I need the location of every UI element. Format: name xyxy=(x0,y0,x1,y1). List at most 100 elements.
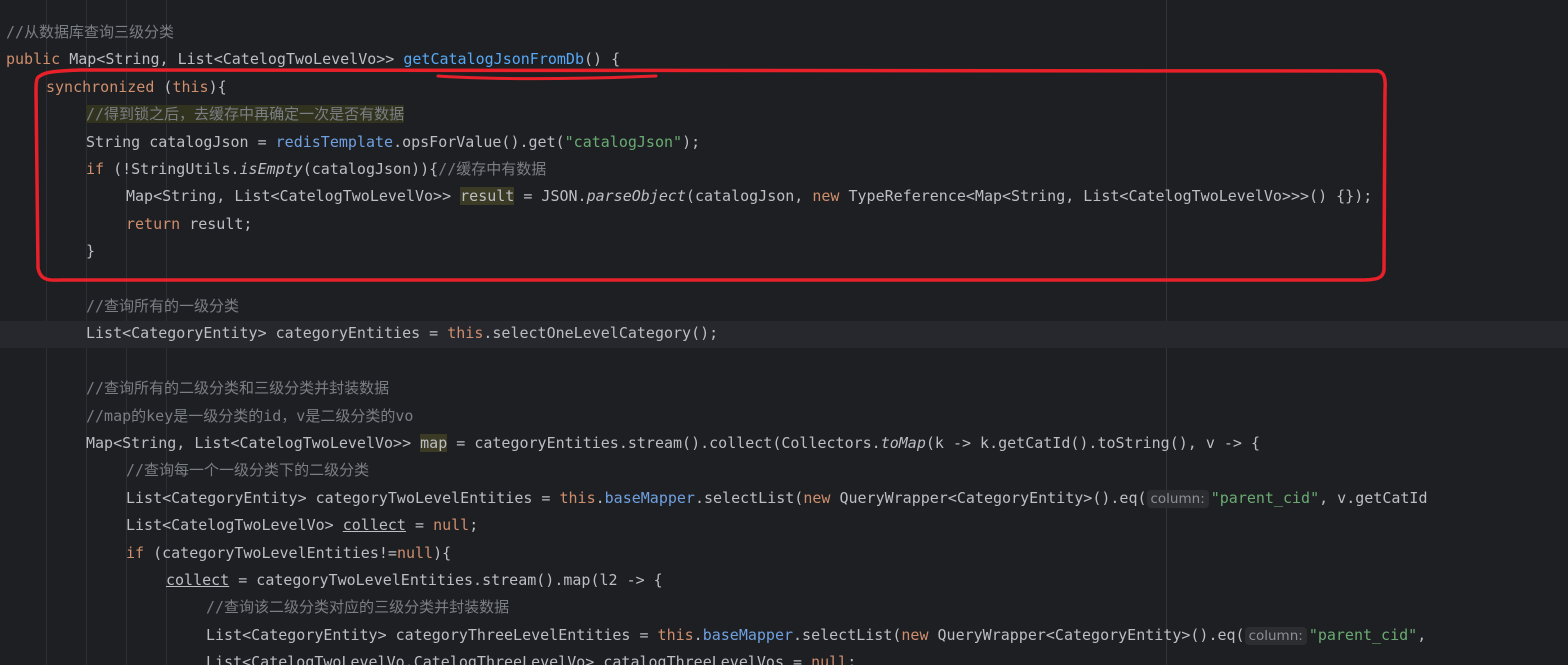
code-token: } xyxy=(86,242,96,261)
code-token: //查询所有的二级分类和三级分类并封装数据 xyxy=(86,379,390,398)
code-line[interactable]: if (!StringUtils.isEmpty(catalogJson)){/… xyxy=(86,156,546,183)
code-token: ){ xyxy=(208,77,227,96)
code-token: synchronized xyxy=(46,77,164,96)
code-token: if xyxy=(86,160,114,178)
code-token: this xyxy=(657,625,694,644)
code-token: TypeReference<Map<String, List<CatelogTw… xyxy=(848,187,1373,206)
code-token: baseMapper xyxy=(702,625,794,644)
code-token: this xyxy=(559,488,596,507)
code-token: //map的key是一级分类的id，v是二级分类的vo xyxy=(86,406,414,425)
code-token: (categoryTwoLevelEntities!= xyxy=(153,543,397,562)
code-token: null xyxy=(433,516,470,535)
code-token: new xyxy=(812,187,849,206)
code-token: .selectOneLevelCategory(); xyxy=(483,324,719,343)
code-line[interactable]: //查询所有的二级分类和三级分类并封装数据 xyxy=(86,375,389,402)
code-line[interactable]: Map<String, List<CatelogTwoLevelVo>> res… xyxy=(126,183,1372,210)
code-token: List<CategoryEntity> categoryTwoLevelEnt… xyxy=(126,488,560,507)
code-token: .opsForValue().get( xyxy=(393,132,565,151)
code-token: ; xyxy=(469,516,479,535)
code-line[interactable]: List<CategoryEntity> categoryThreeLevelE… xyxy=(206,622,1426,649)
code-token: = JSON. xyxy=(514,187,587,206)
code-line[interactable]: List<CategoryEntity> categoryEntities = … xyxy=(86,320,718,347)
code-token: new xyxy=(901,625,938,644)
code-line[interactable]: Map<String, List<CatelogTwoLevelVo>> map… xyxy=(86,430,1260,457)
code-token: . xyxy=(595,488,605,507)
code-token: .selectList( xyxy=(793,625,902,644)
code-token: ){ xyxy=(433,543,452,562)
code-token: redisTemplate xyxy=(275,132,394,151)
code-token: getCatalogJsonFromDb xyxy=(403,50,584,69)
code-line[interactable]: synchronized (this){ xyxy=(46,74,227,101)
code-token: parseObject xyxy=(586,187,686,206)
code-token: return xyxy=(126,214,190,233)
code-token: List<CatelogTwoLevelVo.CatelogThreeLevel… xyxy=(206,653,812,665)
code-token: (catalogJson)){ xyxy=(302,160,439,178)
code-token: Map<String, List<CatelogTwoLevelVo>> xyxy=(126,187,461,206)
code-token: List<CategoryEntity> categoryEntities = xyxy=(86,324,448,343)
code-editor[interactable]: //从数据库查询三级分类 public Map<String, List<Cate… xyxy=(0,0,1568,665)
code-token: if xyxy=(126,543,154,562)
code-line[interactable]: public Map<String, List<CatelogTwoLevelV… xyxy=(6,46,620,73)
code-token: "parent_cid" xyxy=(1308,625,1418,644)
code-token: () { xyxy=(583,50,621,69)
code-token: null xyxy=(396,543,434,562)
code-line[interactable]: //查询该二级分类对应的三级分类并封装数据 xyxy=(206,594,509,621)
code-token: QueryWrapper<CategoryEntity>().eq( xyxy=(839,488,1147,507)
code-token: this xyxy=(447,324,484,343)
code-token: collect xyxy=(166,571,230,589)
code-line[interactable]: } xyxy=(86,238,95,265)
code-token: ; xyxy=(847,653,857,665)
code-token: ); xyxy=(682,132,701,151)
code-token: //查询所有的一级分类 xyxy=(86,297,240,315)
code-token: this xyxy=(172,77,209,96)
code-line[interactable]: List<CatelogTwoLevelVo> collect = null; xyxy=(126,512,478,539)
code-token: //得到锁之后，去缓存中再确定一次是否有数据 xyxy=(86,105,405,124)
code-token: . xyxy=(693,625,703,644)
code-token: Map<String, List<CatelogTwoLevelVo>> xyxy=(86,434,421,452)
code-token: "catalogJson" xyxy=(564,132,683,151)
code-line[interactable]: String catalogJson = redisTemplate.opsFo… xyxy=(86,129,700,156)
code-token: List<CategoryEntity> categoryThreeLevelE… xyxy=(206,625,658,644)
code-token: //从数据库查询三级分类 xyxy=(6,23,175,41)
code-token: //查询该二级分类对应的三级分类并封装数据 xyxy=(206,598,510,617)
code-line[interactable]: //得到锁之后，去缓存中再确定一次是否有数据 xyxy=(86,101,405,128)
code-token: , xyxy=(1417,625,1427,644)
code-line[interactable]: if (categoryTwoLevelEntities!=null){ xyxy=(126,540,451,567)
code-token: collect xyxy=(342,516,406,535)
code-token: result; xyxy=(189,214,253,233)
code-line[interactable]: List<CatelogTwoLevelVo.CatelogThreeLevel… xyxy=(206,649,856,665)
code-token: = categoryTwoLevelEntities.stream().map(… xyxy=(229,571,663,589)
code-token: , v.getCatId xyxy=(1319,488,1428,507)
code-line[interactable]: collect = categoryTwoLevelEntities.strea… xyxy=(166,567,663,594)
code-token: toMap xyxy=(880,434,926,452)
red-underline-annotation xyxy=(436,74,658,81)
parameter-hint: column: xyxy=(1146,489,1209,508)
code-token: Map<String, List<CatelogTwoLevelVo>> xyxy=(69,50,404,69)
code-token: = categoryEntities.stream().collect(Coll… xyxy=(447,434,881,452)
code-token: baseMapper xyxy=(604,488,695,507)
parameter-hint: column: xyxy=(1244,626,1307,645)
code-token: //缓存中有数据 xyxy=(438,160,547,178)
code-token: (catalogJson, xyxy=(685,187,813,206)
code-token: public xyxy=(6,50,70,69)
code-token: QueryWrapper<CategoryEntity>().eq( xyxy=(937,625,1245,644)
code-token: map xyxy=(420,434,448,452)
code-token: isEmpty xyxy=(239,160,303,178)
code-token: //查询每一个一级分类下的二级分类 xyxy=(126,461,370,480)
code-token: .selectList( xyxy=(694,488,804,507)
code-token: null xyxy=(811,653,848,665)
code-line[interactable]: List<CategoryEntity> categoryTwoLevelEnt… xyxy=(126,485,1428,512)
code-line[interactable]: return result; xyxy=(126,211,252,238)
code-token: List<CatelogTwoLevelVo> xyxy=(126,516,343,535)
code-line[interactable]: //查询所有的一级分类 xyxy=(86,293,239,320)
code-token: "parent_cid" xyxy=(1210,488,1320,507)
code-token: String catalogJson = xyxy=(86,132,276,151)
code-token: (k -> k.getCatId().toString(), v -> { xyxy=(925,434,1261,452)
code-token: = xyxy=(405,516,434,535)
code-line[interactable]: //map的key是一级分类的id，v是二级分类的vo xyxy=(86,403,413,430)
code-token: (!StringUtils. xyxy=(113,160,240,178)
code-token: new xyxy=(803,488,840,507)
code-line[interactable]: //从数据库查询三级分类 xyxy=(6,19,174,46)
code-line[interactable]: //查询每一个一级分类下的二级分类 xyxy=(126,457,369,484)
code-token: result xyxy=(460,187,515,206)
